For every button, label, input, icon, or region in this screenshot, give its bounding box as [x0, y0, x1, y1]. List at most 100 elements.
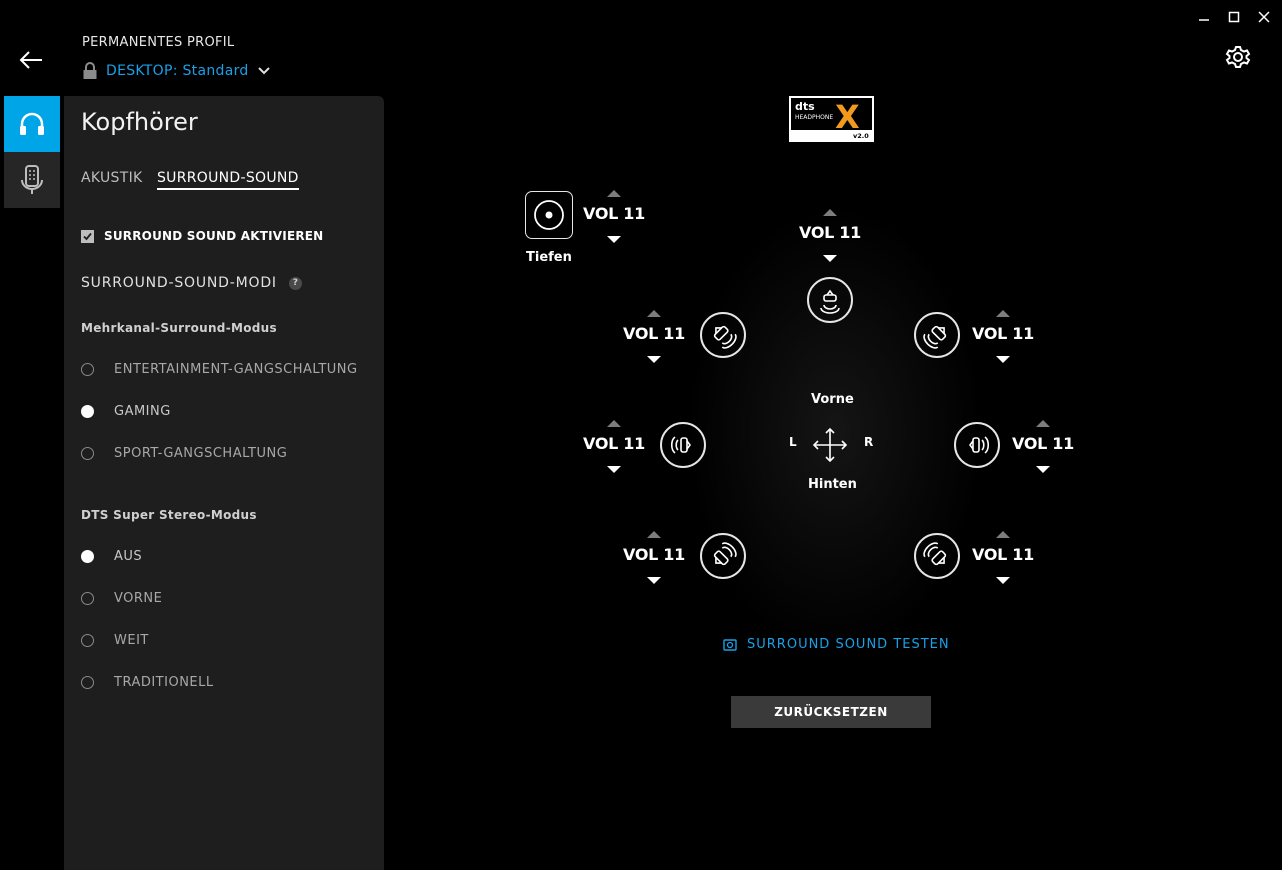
arrow-left-icon [19, 51, 42, 69]
volume-value: VOL 11 [799, 223, 861, 242]
help-icon[interactable]: ? [288, 276, 302, 290]
tab-akustik[interactable]: AKUSTIK [81, 170, 142, 186]
direction-back-label: Hinten [808, 477, 857, 492]
reset-button-label: ZURÜCKSETZEN [774, 705, 888, 719]
speaker-side-right-icon [969, 436, 990, 454]
front-right-speaker[interactable] [914, 312, 960, 358]
direction-left-label: L [789, 435, 797, 449]
radio-button[interactable] [81, 591, 94, 605]
radio-button[interactable] [81, 549, 94, 563]
radio-option-sport[interactable]: SPORT-GANGSCHALTUNG [81, 445, 287, 461]
radio-label: TRADITIONELL [114, 674, 214, 690]
volume-up-arrow[interactable] [996, 310, 1010, 317]
move-arrows-icon[interactable] [812, 426, 848, 468]
volume-down-arrow[interactable] [996, 577, 1010, 584]
surround-enable-toggle[interactable]: SURROUND SOUND AKTIVIEREN [81, 229, 323, 243]
stereo-mode-label: DTS Super Stereo-Modus [81, 508, 257, 522]
volume-down-arrow[interactable] [647, 356, 661, 363]
direction-front-label: Vorne [811, 392, 854, 407]
radio-option-vorne[interactable]: VORNE [81, 590, 162, 606]
surround-enable-checkbox[interactable] [81, 229, 94, 243]
radio-label: ENTERTAINMENT-GANGSCHALTUNG [114, 361, 358, 377]
volume-control-rear-right: VOL 11 [963, 531, 1043, 589]
volume-value: VOL 11 [1012, 434, 1074, 453]
tab-surround-sound[interactable]: SURROUND-SOUND [157, 170, 299, 190]
radio-label: GAMING [114, 403, 171, 419]
volume-up-arrow[interactable] [823, 209, 837, 216]
svg-text:v2.0: v2.0 [853, 132, 869, 140]
panel-title: Kopfhörer [81, 108, 198, 136]
side-right-speaker[interactable] [954, 422, 1000, 468]
checkmark-icon [83, 232, 92, 240]
volume-value: VOL 11 [583, 204, 645, 223]
volume-up-arrow[interactable] [607, 420, 621, 427]
center-speaker[interactable] [807, 277, 853, 323]
volume-value: VOL 11 [623, 545, 685, 564]
settings-panel [64, 96, 384, 870]
minimize-icon [1199, 19, 1209, 21]
volume-down-arrow[interactable] [996, 356, 1010, 363]
volume-up-arrow[interactable] [647, 531, 661, 538]
microphone-icon [21, 165, 43, 194]
subwoofer-speaker[interactable] [525, 191, 573, 239]
device-tab-microphone[interactable] [4, 152, 60, 208]
radio-button[interactable] [81, 446, 94, 460]
volume-up-arrow[interactable] [607, 190, 621, 197]
rear-left-speaker[interactable] [700, 533, 746, 579]
volume-up-arrow[interactable] [996, 531, 1010, 538]
radio-button[interactable] [81, 362, 94, 376]
volume-down-arrow[interactable] [1036, 466, 1050, 473]
volume-up-arrow[interactable] [1036, 420, 1050, 427]
close-button[interactable] [1254, 8, 1274, 26]
front-left-speaker[interactable] [700, 312, 746, 358]
lock-icon [83, 62, 97, 79]
speaker-front-right-icon [923, 325, 947, 349]
radio-label: SPORT-GANGSCHALTUNG [114, 445, 288, 461]
volume-down-arrow[interactable] [647, 577, 661, 584]
profile-name: DESKTOP: Standard [106, 63, 249, 79]
volume-control-subwoofer: VOL 11 [574, 190, 654, 248]
surround-modes-header: SURROUND-SOUND-MODI ? [81, 275, 302, 291]
radio-option-gaming[interactable]: GAMING [81, 403, 171, 419]
volume-down-arrow[interactable] [607, 236, 621, 243]
radio-button[interactable] [81, 404, 94, 418]
minimize-button[interactable] [1194, 8, 1214, 26]
profile-label: PERMANENTES PROFIL [82, 35, 235, 50]
volume-down-arrow[interactable] [607, 466, 621, 473]
speaker-center-icon [820, 289, 840, 314]
volume-control-rear-left: VOL 11 [614, 531, 694, 589]
dts-headphone-x-logo: dts HEADPHONE X v2.0 [789, 96, 874, 142]
settings-button[interactable] [1222, 42, 1254, 72]
maximize-button[interactable] [1224, 8, 1244, 26]
radio-option-traditionell[interactable]: TRADITIONELL [81, 674, 214, 690]
radio-option-weit[interactable]: WEIT [81, 632, 149, 648]
rear-right-speaker[interactable] [914, 533, 960, 579]
chevron-down-icon [257, 67, 270, 75]
gear-icon [1225, 46, 1251, 68]
speaker-test-icon [723, 638, 737, 651]
volume-control-front-left: VOL 11 [614, 310, 694, 368]
radio-button[interactable] [81, 675, 94, 689]
radio-option-aus[interactable]: AUS [81, 548, 142, 564]
radio-label: AUS [114, 548, 143, 564]
speaker-front-left-icon [713, 325, 737, 349]
volume-down-arrow[interactable] [823, 255, 837, 262]
profile-selector[interactable]: DESKTOP: Standard [82, 60, 271, 82]
speaker-rear-right-icon [923, 542, 947, 566]
device-tab-headphones[interactable] [4, 96, 60, 152]
volume-control-center: VOL 11 [790, 209, 870, 267]
svg-text:dts: dts [795, 100, 815, 113]
subwoofer-label: Tiefen [526, 250, 572, 265]
radio-option-entertainment[interactable]: ENTERTAINMENT-GANGSCHALTUNG [81, 361, 358, 377]
test-surround-link[interactable]: SURROUND SOUND TESTEN [723, 637, 950, 652]
maximize-icon [1228, 11, 1240, 23]
back-button[interactable] [14, 44, 50, 76]
side-left-speaker[interactable] [660, 422, 706, 468]
radio-button[interactable] [81, 633, 94, 647]
reset-button[interactable]: ZURÜCKSETZEN [731, 696, 931, 728]
volume-value: VOL 11 [623, 324, 685, 343]
multichannel-mode-label: Mehrkanal-Surround-Modus [81, 321, 277, 335]
speaker-rear-left-icon [713, 542, 737, 566]
volume-up-arrow[interactable] [647, 310, 661, 317]
test-surround-label: SURROUND SOUND TESTEN [747, 637, 950, 652]
